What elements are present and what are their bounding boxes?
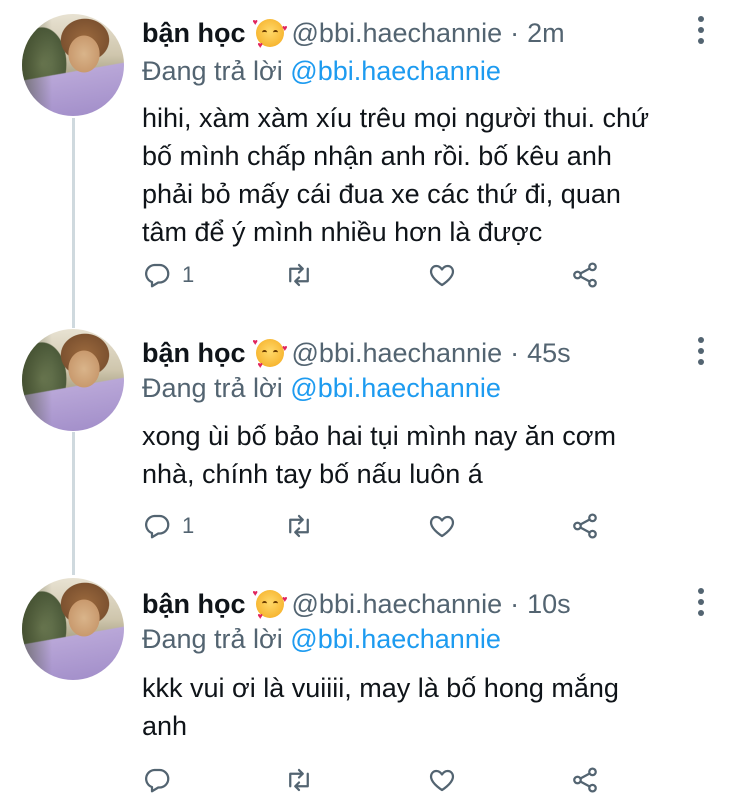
reply-button[interactable]: 1	[142, 508, 194, 544]
replying-label: Đang trả lời	[142, 624, 283, 654]
more-vertical-icon[interactable]	[698, 16, 706, 44]
display-name[interactable]: bận học	[142, 589, 246, 620]
smiling-face-with-hearts-icon: ♥ ♥ ♥	[252, 337, 288, 370]
tweet-text: kkk vui ơi là vuiiii, may là bố hong mắn…	[142, 669, 702, 745]
avatar[interactable]	[22, 14, 124, 116]
tweet-text: xong ùi bố bảo hai tụi mình nay ăn cơm n…	[142, 417, 702, 493]
more-vertical-icon[interactable]	[698, 588, 706, 616]
text-line: bố mình chấp nhận anh rồi. bố kêu anh	[142, 141, 612, 171]
heart-icon	[429, 769, 455, 792]
retweet-button[interactable]	[284, 762, 314, 798]
separator: ·	[510, 17, 520, 48]
reply-count: 1	[182, 262, 195, 287]
timestamp[interactable]: 10s	[527, 589, 571, 620]
replying-label: Đang trả lời	[142, 373, 283, 403]
display-name[interactable]: bận học	[142, 338, 246, 369]
share-button[interactable]	[570, 508, 600, 544]
more-vertical-icon[interactable]	[698, 337, 706, 365]
retweet-button[interactable]	[284, 257, 314, 293]
action-bar: 1	[142, 257, 622, 293]
smiling-face-with-hearts-icon: ♥ ♥ ♥	[252, 17, 288, 50]
replying-to: Đang trả lời @bbi.haechannie	[142, 56, 501, 87]
avatar[interactable]	[22, 578, 124, 680]
share-icon	[573, 262, 597, 288]
separator: ·	[510, 337, 520, 368]
heart-icon	[429, 264, 455, 287]
reply-icon	[145, 768, 170, 793]
smiling-face-with-hearts-icon: ♥ ♥ ♥	[252, 588, 288, 621]
reply-button[interactable]: 1	[142, 257, 194, 293]
text-line: tâm để ý mình nhiều hơn là được	[142, 217, 543, 247]
tweet[interactable]: bận học ♥ ♥ ♥ @bbi.haechannie · 10s Đang t…	[0, 570, 750, 811]
mention-link[interactable]: @bbi.haechannie	[290, 56, 501, 86]
reply-count: 1	[182, 513, 195, 538]
text-line: phải bỏ mấy cái đua xe các thứ đi, quan	[142, 179, 621, 209]
like-button[interactable]	[427, 508, 457, 544]
like-button[interactable]	[427, 762, 457, 798]
reply-button[interactable]	[142, 762, 182, 798]
user-handle[interactable]: @bbi.haechannie	[292, 338, 503, 369]
text-line: kkk vui ơi là vuiiii, may là bố hong mắn…	[142, 673, 619, 703]
tweet-text: hihi, xàm xàm xíu trêu mọi người thui. c…	[142, 99, 702, 251]
avatar[interactable]	[22, 329, 124, 431]
reply-icon	[145, 263, 170, 288]
text-line: anh	[142, 711, 188, 741]
retweet-button[interactable]	[284, 508, 314, 544]
reply-icon	[145, 514, 170, 539]
replying-label: Đang trả lời	[142, 56, 283, 86]
separator: ·	[510, 588, 520, 619]
mention-link[interactable]: @bbi.haechannie	[290, 373, 501, 403]
heart-icon	[429, 515, 455, 538]
replying-to: Đang trả lời @bbi.haechannie	[142, 373, 501, 404]
share-icon	[573, 767, 597, 793]
tweet[interactable]: bận học ♥ ♥ ♥ @bbi.haechannie · 2m Đang tr…	[0, 0, 750, 325]
timestamp[interactable]: 2m	[527, 18, 565, 49]
action-bar: 1	[142, 508, 622, 544]
timestamp[interactable]: 45s	[527, 338, 571, 369]
action-bar	[142, 762, 622, 798]
retweet-icon	[289, 263, 309, 287]
user-handle[interactable]: @bbi.haechannie	[292, 18, 503, 49]
tweet-header: bận học ♥ ♥ ♥ @bbi.haechannie · 10s	[142, 584, 571, 624]
text-line: hihi, xàm xàm xíu trêu mọi người thui. c…	[142, 103, 650, 133]
tweet-header: bận học ♥ ♥ ♥ @bbi.haechannie · 45s	[142, 333, 571, 373]
share-icon	[573, 513, 597, 539]
retweet-icon	[289, 768, 309, 792]
mention-link[interactable]: @bbi.haechannie	[290, 624, 501, 654]
user-handle[interactable]: @bbi.haechannie	[292, 589, 503, 620]
share-button[interactable]	[570, 257, 600, 293]
retweet-icon	[289, 514, 309, 538]
tweet-header: bận học ♥ ♥ ♥ @bbi.haechannie · 2m	[142, 13, 565, 53]
replying-to: Đang trả lời @bbi.haechannie	[142, 624, 501, 655]
text-line: xong ùi bố bảo hai tụi mình nay ăn cơm	[142, 421, 616, 451]
share-button[interactable]	[570, 762, 600, 798]
text-line: nhà, chính tay bố nấu luôn á	[142, 459, 483, 489]
display-name[interactable]: bận học	[142, 18, 246, 49]
like-button[interactable]	[427, 257, 457, 293]
tweet[interactable]: bận học ♥ ♥ ♥ @bbi.haechannie · 45s Đang t…	[0, 325, 750, 570]
